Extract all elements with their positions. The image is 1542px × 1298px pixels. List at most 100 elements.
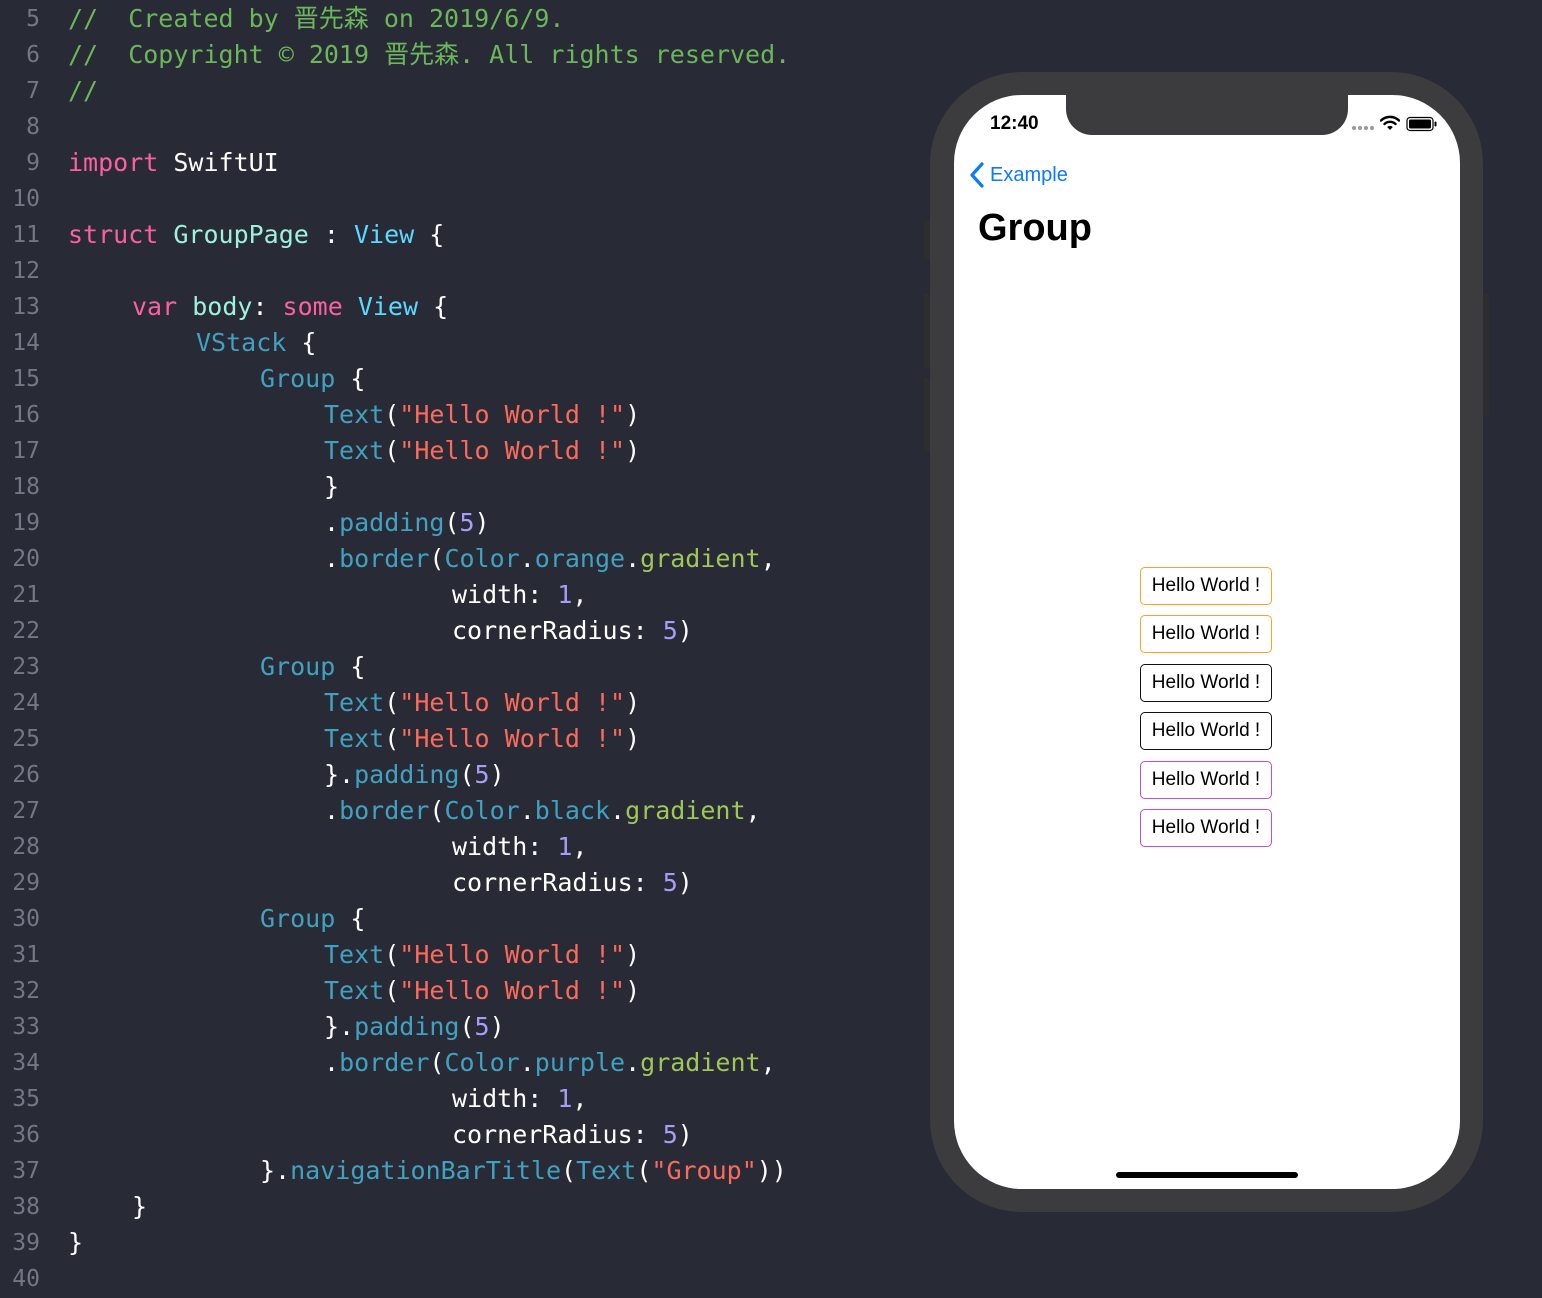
line-number: 7 xyxy=(26,78,40,104)
code-text: Group { xyxy=(260,361,365,397)
code-token: "Group" xyxy=(651,1156,757,1185)
code-text: Group { xyxy=(260,649,365,685)
code-token: } xyxy=(68,1228,84,1257)
code-line[interactable]: 25 Text("Hello World !") xyxy=(0,721,900,757)
code-line[interactable]: 6 // Copyright © 2019 晋先森. All rights res… xyxy=(0,37,900,73)
code-token: "Hello World !" xyxy=(399,400,626,429)
volume-up-button xyxy=(924,294,930,368)
line-number: 29 xyxy=(12,870,40,896)
code-line[interactable]: 38} xyxy=(0,1189,900,1225)
code-token: ( xyxy=(384,940,400,969)
code-line[interactable]: 18} xyxy=(0,469,900,505)
line-number: 10 xyxy=(12,186,40,212)
code-token: ) xyxy=(625,688,641,717)
code-line[interactable]: 11 struct GroupPage : View { xyxy=(0,217,900,253)
code-line[interactable]: 10 xyxy=(0,181,900,217)
code-token: ( xyxy=(459,1012,475,1041)
code-line[interactable]: 27 .border(Color.black.gradient, xyxy=(0,793,900,829)
code-line[interactable]: 29 cornerRadius: 5) xyxy=(0,865,900,901)
code-line[interactable]: 17 Text("Hello World !") xyxy=(0,433,900,469)
line-number: 32 xyxy=(12,978,40,1004)
code-line[interactable]: 32 Text("Hello World !") xyxy=(0,973,900,1009)
code-token: gradient xyxy=(625,796,746,825)
code-text: }.navigationBarTitle(Text("Group")) xyxy=(260,1153,787,1189)
code-text: VStack { xyxy=(196,325,316,361)
code-line[interactable]: 28 width: 1, xyxy=(0,829,900,865)
code-token: View xyxy=(354,220,415,249)
code-line[interactable]: 33}.padding(5) xyxy=(0,1009,900,1045)
code-token: { xyxy=(286,328,317,357)
code-token: 5 xyxy=(459,508,475,537)
battery-icon xyxy=(1406,116,1437,132)
code-line[interactable]: 36 cornerRadius: 5) xyxy=(0,1117,900,1153)
code-line[interactable]: 22 cornerRadius: 5) xyxy=(0,613,900,649)
line-number: 20 xyxy=(12,546,40,572)
code-line[interactable]: 35 width: 1, xyxy=(0,1081,900,1117)
code-token: ) xyxy=(677,1120,693,1149)
volume-down-button xyxy=(924,378,930,452)
code-token: ( xyxy=(429,796,445,825)
code-token: "Hello World !" xyxy=(399,688,626,717)
code-token: "Hello World !" xyxy=(399,976,626,1005)
code-line[interactable]: 20 .border(Color.orange.gradient, xyxy=(0,541,900,577)
code-token: ) xyxy=(625,400,641,429)
code-token: , xyxy=(572,580,588,609)
code-token: . xyxy=(324,508,340,537)
code-token: Group xyxy=(260,904,336,933)
line-number: 8 xyxy=(26,114,40,140)
code-text: Text("Hello World !") xyxy=(324,397,640,433)
line-number: 38 xyxy=(12,1194,40,1220)
code-line[interactable]: 31 Text("Hello World !") xyxy=(0,937,900,973)
wifi-icon xyxy=(1380,115,1400,130)
code-token: width: xyxy=(452,832,558,861)
code-token: Group xyxy=(260,652,336,681)
code-token: Text xyxy=(324,940,385,969)
code-token: ( xyxy=(459,760,475,789)
status-time: 12:40 xyxy=(990,113,1039,134)
code-line[interactable]: 26}.padding(5) xyxy=(0,757,900,793)
line-number: 40 xyxy=(12,1266,40,1292)
code-line[interactable]: 21 width: 1, xyxy=(0,577,900,613)
code-line[interactable]: 30 Group { xyxy=(0,901,900,937)
code-line[interactable]: 24 Text("Hello World !") xyxy=(0,685,900,721)
code-token: ( xyxy=(429,1048,445,1077)
code-line[interactable]: 34 .border(Color.purple.gradient, xyxy=(0,1045,900,1081)
code-token: ( xyxy=(384,976,400,1005)
code-line[interactable]: 15 Group { xyxy=(0,361,900,397)
code-text: } xyxy=(324,469,339,505)
line-number: 16 xyxy=(12,402,40,428)
code-line[interactable]: 12 xyxy=(0,253,900,289)
line-number: 36 xyxy=(12,1122,40,1148)
code-token: 5 xyxy=(474,760,490,789)
code-line[interactable]: 23 Group { xyxy=(0,649,900,685)
code-text: // Copyright © 2019 晋先森. All rights rese… xyxy=(68,37,790,73)
code-text: Text("Hello World !") xyxy=(324,721,640,757)
code-line[interactable]: 40 xyxy=(0,1261,900,1297)
line-number: 9 xyxy=(26,150,40,176)
code-line[interactable]: 13 var body: some View { xyxy=(0,289,900,325)
code-line[interactable]: 14 VStack { xyxy=(0,325,900,361)
code-token: Text xyxy=(324,688,385,717)
code-line[interactable]: 5 // Created by 晋先森 on 2019/6/9. xyxy=(0,1,900,37)
code-editor[interactable]: 5 // Created by 晋先森 on 2019/6/9. 6 // Copyr… xyxy=(0,0,900,1298)
code-line[interactable]: 16 Text("Hello World !") xyxy=(0,397,900,433)
code-token: Text xyxy=(576,1156,637,1185)
code-token: gradient xyxy=(640,544,761,573)
code-line[interactable]: 8 xyxy=(0,109,900,145)
code-line[interactable]: 9 import SwiftUI xyxy=(0,145,900,181)
code-line[interactable]: 39} xyxy=(0,1225,900,1261)
code-line[interactable]: 37}.navigationBarTitle(Text("Group")) xyxy=(0,1153,900,1189)
line-number: 31 xyxy=(12,942,40,968)
code-token: border xyxy=(339,1048,430,1077)
code-text: // Created by 晋先森 on 2019/6/9. xyxy=(68,1,564,37)
code-text: import SwiftUI xyxy=(68,145,279,181)
home-indicator[interactable] xyxy=(1116,1172,1298,1178)
code-token: , xyxy=(760,1048,776,1077)
code-line[interactable]: 19 .padding(5) xyxy=(0,505,900,541)
code-line[interactable]: 7 // xyxy=(0,73,900,109)
code-token: . xyxy=(324,1048,340,1077)
code-token: Text xyxy=(324,436,385,465)
code-token: ) xyxy=(489,760,505,789)
back-button[interactable]: Example xyxy=(968,159,1068,191)
